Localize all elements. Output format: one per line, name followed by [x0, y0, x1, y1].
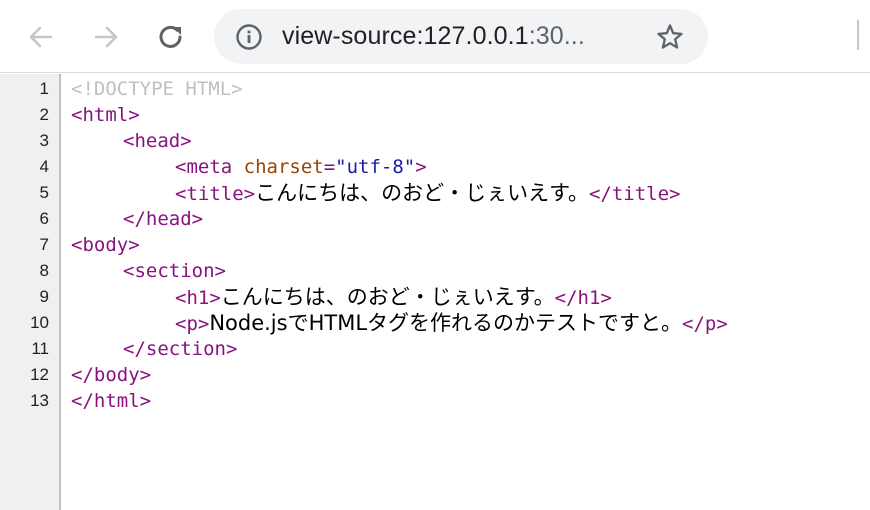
line-number: 6: [39, 209, 49, 228]
tag-token: <section>: [123, 260, 226, 282]
arrow-left-icon: [29, 26, 53, 48]
address-bar[interactable]: view-source:127.0.0.1:30...: [214, 9, 708, 64]
tag-token: >: [415, 156, 427, 178]
source-line-12: </body>: [71, 362, 151, 388]
attribute-value-token: "utf-8": [335, 156, 416, 178]
source-line-5: <title>こんにちは、のおど・じぇいえす。</title>: [175, 180, 681, 206]
bookmark-star-button[interactable]: [654, 21, 686, 53]
equals-token: =: [323, 156, 336, 178]
source-line-2: <html>: [71, 102, 140, 128]
line-number: 3: [39, 131, 49, 150]
tag-token: <h1>: [175, 287, 221, 309]
source-line-9: <h1>こんにちは、のおど・じぇいえす。</h1>: [175, 284, 612, 310]
line-number: 5: [39, 183, 49, 202]
url-text[interactable]: view-source:127.0.0.1:30...: [282, 9, 585, 64]
source-line-7: <body>: [71, 232, 140, 258]
url-truncated-rest: :30...: [528, 22, 585, 50]
tag-token: <head>: [123, 130, 192, 152]
attribute-token: charset: [243, 156, 324, 178]
forward-button[interactable]: [86, 17, 126, 57]
line-number: 8: [39, 261, 49, 280]
source-line-6: </head>: [123, 206, 203, 232]
text-token: こんにちは、のおど・じぇいえす。: [255, 181, 589, 205]
star-icon: [657, 24, 683, 49]
line-number: 13: [30, 391, 49, 410]
source-line-11: </section>: [123, 336, 237, 362]
arrow-right-icon: [94, 26, 118, 48]
tag-token: </head>: [123, 208, 204, 230]
tag-token: <p>: [175, 313, 210, 335]
tag-token: <meta: [175, 156, 244, 178]
text-token: こんにちは、のおど・じぇいえす。: [220, 285, 555, 309]
back-button[interactable]: [21, 17, 61, 57]
tag-token: </h1>: [554, 287, 612, 309]
tag-token: <html>: [71, 104, 140, 126]
toolbar-divider: [857, 20, 859, 50]
source-line-1: <!DOCTYPE HTML>: [71, 76, 243, 102]
line-number: 9: [39, 287, 49, 306]
source-line-3: <head>: [123, 128, 192, 154]
line-number: 7: [39, 235, 49, 254]
line-number: 12: [30, 365, 49, 384]
reload-button[interactable]: [151, 17, 191, 57]
text-token: Node.jsでHTMLタグを作れるのかテストですと。: [209, 311, 683, 335]
source-line-10: <p>Node.jsでHTMLタグを作れるのかテストですと。</p>: [175, 310, 728, 336]
doctype-token: <!DOCTYPE HTML>: [71, 78, 243, 100]
tag-token: </html>: [71, 390, 152, 412]
view-source-pane: 1 2 3 4 5 6 7 8 9 10 11 12 13 <!DOCTYPE …: [0, 74, 870, 510]
tag-token: <title>: [175, 183, 256, 205]
line-number: 2: [39, 105, 49, 124]
browser-toolbar: view-source:127.0.0.1:30...: [0, 0, 870, 73]
tag-token: </p>: [682, 313, 728, 335]
source-line-13: </html>: [71, 388, 151, 414]
line-number: 10: [30, 313, 49, 332]
line-number-gutter: 1 2 3 4 5 6 7 8 9 10 11 12 13: [0, 74, 61, 510]
line-number: 11: [31, 339, 49, 358]
tag-token: <body>: [71, 234, 140, 256]
info-icon[interactable]: [234, 22, 264, 52]
tag-token: </body>: [71, 364, 152, 386]
tag-token: </section>: [123, 338, 238, 360]
line-number: 1: [39, 79, 49, 98]
line-number: 4: [39, 157, 49, 176]
reload-icon: [159, 25, 182, 48]
url-host: view-source:127.0.0.1: [282, 22, 529, 50]
tag-token: </title>: [588, 183, 681, 205]
source-line-8: <section>: [123, 258, 226, 284]
source-line-4: <meta charset="utf-8">: [175, 154, 427, 180]
